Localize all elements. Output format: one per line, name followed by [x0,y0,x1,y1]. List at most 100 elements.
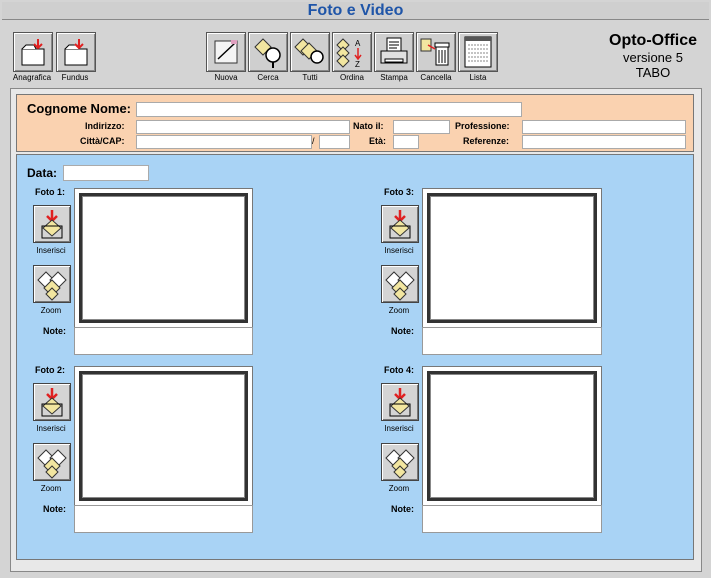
professione-label: Professione: [455,121,510,131]
insert-image-icon [41,210,63,239]
search-icon [254,38,281,68]
nuova-button[interactable] [206,32,246,72]
foto-2-zoom-label: Zoom [40,484,62,493]
lista-button[interactable] [458,32,498,72]
foto-3-frame[interactable] [422,188,602,328]
folder-download-icon [21,39,45,66]
foto-1-frame[interactable] [74,188,253,328]
fundus-button[interactable] [56,32,96,72]
tutti-label: Tutti [302,73,318,82]
cerca-label: Cerca [257,73,279,82]
foto-1-insert-button[interactable] [33,205,71,243]
brand-block: Opto-Office versione 5 TABO [609,32,697,80]
trash-icon [420,38,450,66]
cap-separator: / [312,136,315,146]
citta-field[interactable] [136,135,312,149]
eta-label: Età: [369,136,387,146]
insert-image-icon [41,388,63,417]
title-bar: Foto e Video [2,2,709,20]
foto-3-insert-button[interactable] [381,205,419,243]
foto-4-zoom-label: Zoom [388,484,410,493]
svg-text:Z: Z [355,60,360,69]
cap-field[interactable] [319,135,350,149]
cognome-nome-field[interactable] [136,102,522,117]
foto-3-insert-label: Inserisci [384,246,414,255]
nuova-label: Nuova [214,73,238,82]
zoom-icon [385,449,415,479]
ordina-label: Ordina [339,73,364,82]
lista-label: Lista [469,73,487,82]
referenze-field[interactable] [522,135,686,149]
cerca-button[interactable] [248,32,288,72]
foto-2-insert-label: Inserisci [36,424,66,433]
referenze-label: Referenze: [463,136,510,146]
foto-3-zoom-button[interactable] [381,265,419,303]
foto-1-insert-label: Inserisci [36,246,66,255]
show-all-icon [294,38,324,64]
foto-2-zoom-button[interactable] [33,443,71,481]
printer-icon [380,37,408,64]
foto-2-note-field[interactable] [74,505,253,533]
cognome-nome-label: Cognome Nome: [27,101,131,116]
indirizzo-label: Indirizzo: [85,121,125,131]
anagrafica-label: Anagrafica [12,73,52,82]
svg-text:A: A [355,39,361,48]
foto-4-label: Foto 4: [384,365,414,375]
photo-area: Data: Foto 1: Inserisci Zoom Note: Foto … [16,154,694,560]
app-version: versione 5 [623,50,683,65]
zoom-icon [385,271,415,301]
nato-il-label: Nato il: [353,121,384,131]
professione-field[interactable] [522,120,686,134]
foto-4-note-label: Note: [391,504,414,514]
foto-2-image [79,371,248,501]
foto-1-label: Foto 1: [35,187,65,197]
tutti-button[interactable] [290,32,330,72]
data-label: Data: [27,166,58,180]
foto-4-zoom-button[interactable] [381,443,419,481]
list-icon [464,36,492,68]
cancella-button[interactable] [416,32,456,72]
citta-cap-label: Città/CAP: [80,136,125,146]
foto-1-zoom-button[interactable] [33,265,71,303]
foto-1-zoom-label: Zoom [40,306,62,315]
indirizzo-field[interactable] [136,120,350,134]
cancella-label: Cancella [420,73,452,82]
folder-download-icon [64,39,88,66]
foto-3-label: Foto 3: [384,187,414,197]
zoom-icon [37,271,67,301]
zoom-icon [37,449,67,479]
user-code: TABO [635,65,671,80]
foto-2-note-label: Note: [43,504,66,514]
window-title: Foto e Video [307,2,404,19]
eta-field[interactable] [393,135,419,149]
foto-1-image [79,193,248,323]
foto-2-label: Foto 2: [35,365,65,375]
foto-3-image [427,193,597,323]
patient-header: Cognome Nome: Indirizzo: Nato il: Profes… [16,94,694,152]
foto-2-frame[interactable] [74,366,253,506]
stampa-button[interactable] [374,32,414,72]
ordina-button[interactable]: A Z [332,32,372,72]
foto-4-note-field[interactable] [422,505,602,533]
stampa-label: Stampa [380,73,408,82]
foto-4-image [427,371,597,501]
foto-4-frame[interactable] [422,366,602,506]
app-window: Foto e Video Anagrafica Fundus Nuova Cer… [0,0,711,578]
new-document-icon [214,40,238,64]
anagrafica-button[interactable] [13,32,53,72]
insert-image-icon [389,388,411,417]
insert-image-icon [389,210,411,239]
sort-icon: A Z [336,38,362,69]
foto-3-zoom-label: Zoom [388,306,410,315]
foto-4-insert-button[interactable] [381,383,419,421]
fundus-label: Fundus [61,73,89,82]
foto-1-note-field[interactable] [74,327,253,355]
app-name: Opto-Office [609,32,697,49]
foto-2-insert-button[interactable] [33,383,71,421]
foto-3-note-label: Note: [391,326,414,336]
nato-il-field[interactable] [393,120,450,134]
foto-4-insert-label: Inserisci [384,424,414,433]
foto-1-note-label: Note: [43,326,66,336]
foto-3-note-field[interactable] [422,327,602,355]
data-field[interactable] [63,165,149,181]
